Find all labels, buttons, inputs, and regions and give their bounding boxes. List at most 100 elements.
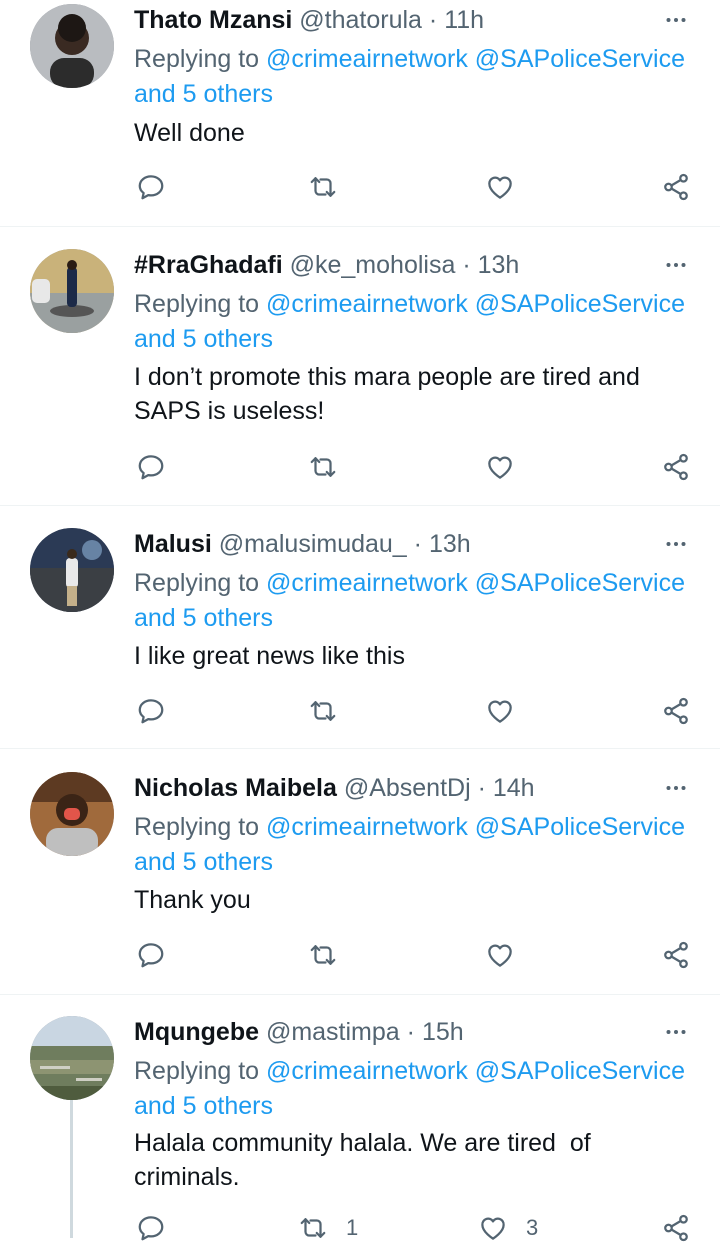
- divider: [0, 748, 720, 749]
- separator-dot: ·: [406, 1018, 415, 1046]
- mention-link[interactable]: @crimeairnetwork: [266, 813, 468, 841]
- display-name[interactable]: #RraGhadafi: [134, 251, 283, 279]
- more-icon[interactable]: [664, 776, 688, 800]
- retweet-icon: [298, 1213, 328, 1243]
- retweet-icon: [308, 172, 338, 202]
- more-icon[interactable]: [664, 253, 688, 277]
- share-icon: [661, 940, 691, 970]
- timestamp[interactable]: 13h: [429, 530, 471, 558]
- reply-icon: [136, 1213, 166, 1243]
- share-icon: [661, 452, 691, 482]
- retweet-button[interactable]: [308, 939, 356, 971]
- mention-link[interactable]: @crimeairnetwork: [266, 1057, 468, 1085]
- like-button[interactable]: [485, 171, 533, 203]
- tweet[interactable]: Thato Mzansi @thatorula · 11h Replying t…: [0, 0, 720, 226]
- share-button[interactable]: [661, 171, 691, 203]
- timestamp[interactable]: 15h: [422, 1018, 464, 1046]
- share-icon: [661, 1213, 691, 1243]
- mention-link[interactable]: @SAPoliceService: [475, 813, 685, 841]
- mention-link[interactable]: @crimeairnetwork: [266, 569, 468, 597]
- retweet-count: 1: [346, 1215, 359, 1240]
- mention-link[interactable]: @SAPoliceService: [475, 569, 685, 597]
- tweet[interactable]: Malusi @malusimudau_ · 13h Replying to @…: [0, 524, 720, 748]
- tweet-actions: [134, 171, 694, 203]
- tweet[interactable]: Nicholas Maibela @AbsentDj · 14h Replyin…: [0, 768, 720, 994]
- mention-link[interactable]: @crimeairnetwork: [266, 45, 468, 73]
- timestamp[interactable]: 11h: [444, 6, 484, 34]
- retweet-button[interactable]: [308, 171, 356, 203]
- share-button[interactable]: [661, 939, 691, 971]
- reply-icon: [136, 696, 166, 726]
- others-link[interactable]: and 5 others: [134, 604, 273, 632]
- timestamp[interactable]: 13h: [478, 251, 520, 279]
- timestamp[interactable]: 14h: [493, 774, 535, 802]
- display-name[interactable]: Thato Mzansi: [134, 6, 292, 34]
- retweet-icon: [308, 940, 338, 970]
- share-button[interactable]: [661, 695, 691, 727]
- display-name[interactable]: Mqungebe: [134, 1018, 259, 1046]
- like-button[interactable]: 3: [478, 1212, 538, 1244]
- user-handle[interactable]: @ke_moholisa: [290, 251, 456, 279]
- mention-link[interactable]: @crimeairnetwork: [266, 290, 468, 318]
- tweet-actions: [134, 695, 694, 727]
- share-icon: [661, 172, 691, 202]
- divider: [0, 226, 720, 227]
- others-link[interactable]: and 5 others: [134, 325, 273, 353]
- share-icon: [661, 696, 691, 726]
- others-link[interactable]: and 5 others: [134, 848, 273, 876]
- avatar[interactable]: [30, 4, 114, 88]
- reply-button[interactable]: [136, 695, 166, 727]
- user-handle[interactable]: @thatorula: [299, 6, 422, 34]
- tweet-actions: [134, 451, 694, 483]
- avatar[interactable]: [30, 1016, 114, 1100]
- reply-button[interactable]: [136, 171, 166, 203]
- others-link[interactable]: and 5 others: [134, 1092, 273, 1120]
- avatar[interactable]: [30, 528, 114, 612]
- tweet-text: Halala community halala. We are tired of…: [134, 1129, 591, 1191]
- reply-button[interactable]: [136, 1212, 166, 1244]
- tweet-text: I like great news like this: [134, 642, 405, 670]
- like-button[interactable]: [485, 451, 533, 483]
- retweet-button[interactable]: [308, 451, 356, 483]
- others-link[interactable]: and 5 others: [134, 80, 273, 108]
- mention-link[interactable]: @SAPoliceService: [475, 45, 685, 73]
- retweet-button[interactable]: [308, 695, 356, 727]
- retweet-icon: [308, 696, 338, 726]
- more-icon[interactable]: [664, 532, 688, 556]
- separator-dot: ·: [413, 530, 422, 558]
- mention-link[interactable]: @SAPoliceService: [475, 1057, 685, 1085]
- share-button[interactable]: [661, 1212, 691, 1244]
- mention-link[interactable]: @SAPoliceService: [475, 290, 685, 318]
- more-icon[interactable]: [664, 8, 688, 32]
- avatar[interactable]: [30, 772, 114, 856]
- heart-icon: [485, 452, 515, 482]
- display-name[interactable]: Nicholas Maibela: [134, 774, 337, 802]
- tweet[interactable]: Mqungebe @mastimpa · 15h Replying to @cr…: [0, 1012, 720, 1238]
- avatar[interactable]: [30, 249, 114, 333]
- share-button[interactable]: [661, 451, 691, 483]
- reply-button[interactable]: [136, 451, 166, 483]
- divider: [0, 994, 720, 995]
- display-name[interactable]: Malusi: [134, 530, 212, 558]
- like-count: 3: [526, 1215, 539, 1240]
- heart-icon: [485, 940, 515, 970]
- like-button[interactable]: [485, 695, 533, 727]
- reply-icon: [136, 172, 166, 202]
- tweet[interactable]: #RraGhadafi @ke_moholisa · 13h Replying …: [0, 245, 720, 505]
- like-button[interactable]: [485, 939, 533, 971]
- tweet-text: Thank you: [134, 886, 251, 914]
- replying-to: Replying to @crimeairnetwork @SAPoliceSe…: [134, 1054, 700, 1124]
- replying-label: Replying to: [134, 290, 267, 318]
- tweet-text: Well done: [134, 119, 245, 147]
- separator-dot: ·: [462, 251, 471, 279]
- more-icon[interactable]: [664, 1020, 688, 1044]
- replying-label: Replying to: [134, 45, 267, 73]
- replying-label: Replying to: [134, 813, 267, 841]
- user-handle[interactable]: @malusimudau_: [219, 530, 407, 558]
- user-handle[interactable]: @AbsentDj: [344, 774, 471, 802]
- tweet-actions: 1 3: [134, 1212, 694, 1244]
- user-handle[interactable]: @mastimpa: [266, 1018, 400, 1046]
- replying-label: Replying to: [134, 1057, 267, 1085]
- reply-button[interactable]: [136, 939, 166, 971]
- retweet-button[interactable]: 1: [298, 1212, 358, 1244]
